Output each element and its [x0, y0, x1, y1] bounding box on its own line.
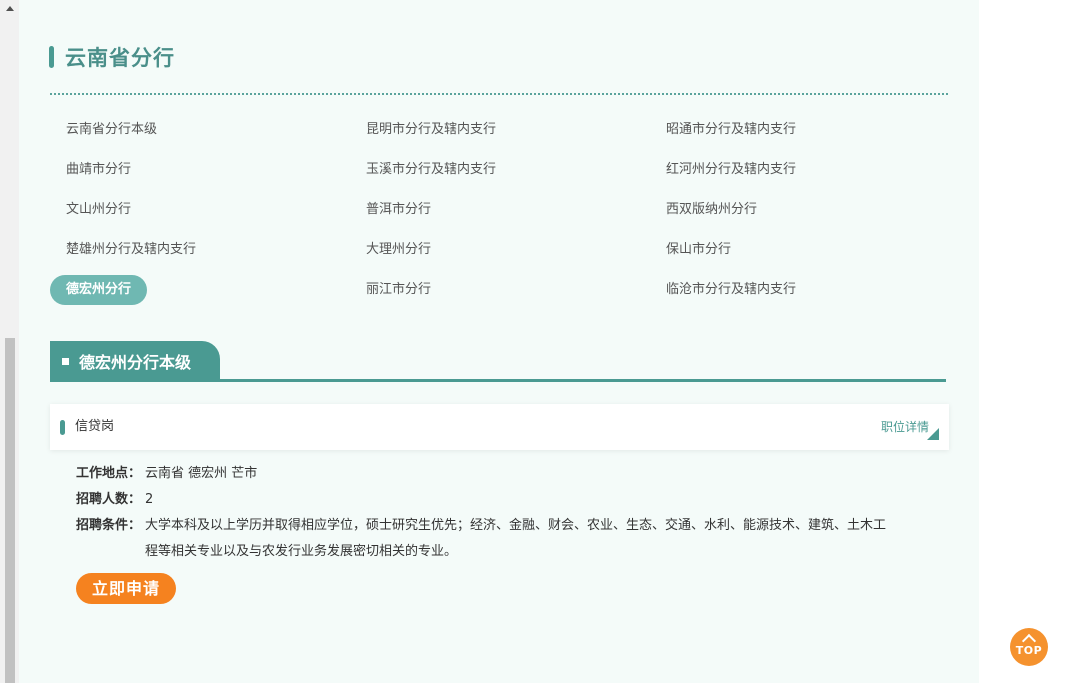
- headcount-value: 2: [145, 492, 154, 507]
- branch-link-active[interactable]: 德宏州分行: [50, 275, 148, 305]
- job-info: 工作地点： 云南省 德宏州 芒市 招聘人数： 2 招聘条件： 大学本科及以上学历…: [76, 461, 896, 565]
- branch-link[interactable]: 文山州分行: [50, 195, 147, 225]
- branch-link[interactable]: 云南省分行本级: [50, 115, 173, 145]
- back-to-top-button[interactable]: TOP: [1010, 628, 1048, 666]
- branch-link[interactable]: 临沧市分行及辖内支行: [650, 275, 812, 305]
- branch-link[interactable]: 玉溪市分行及辖内支行: [350, 155, 512, 185]
- requirements-label: 招聘条件：: [76, 518, 142, 533]
- location-row: 工作地点： 云南省 德宏州 芒市: [76, 461, 896, 487]
- sub-section-tab: 德宏州分行本级: [50, 341, 220, 381]
- headcount-row: 招聘人数： 2: [76, 487, 896, 513]
- branch-link[interactable]: 楚雄州分行及辖内支行: [50, 235, 212, 265]
- branch-link[interactable]: 西双版纳州分行: [650, 195, 773, 225]
- scroll-up-icon[interactable]: [6, 6, 14, 11]
- section-title: 云南省分行: [65, 46, 175, 70]
- requirements-row: 招聘条件： 大学本科及以上学历并取得相应学位，硕士研究生优先；经济、金融、财会、…: [76, 513, 896, 565]
- scroll-thumb[interactable]: [5, 338, 15, 683]
- location-label: 工作地点：: [76, 466, 142, 481]
- job-accent-bar: [60, 420, 65, 435]
- title-accent-bar: [49, 46, 54, 68]
- content-panel: 云南省分行 云南省分行本级 昆明市分行及辖内支行 昭通市分行及辖内支行 曲靖市分…: [19, 0, 979, 683]
- location-value: 云南省 德宏州 芒市: [145, 466, 258, 481]
- branch-link[interactable]: 昭通市分行及辖内支行: [650, 115, 812, 145]
- branch-link[interactable]: 大理州分行: [350, 235, 447, 265]
- sub-section-title: 德宏州分行本级: [79, 353, 192, 372]
- dotted-divider: [50, 93, 948, 95]
- sub-section-divider: [50, 379, 946, 382]
- section-header: 云南省分行: [49, 42, 175, 72]
- branch-link[interactable]: 昆明市分行及辖内支行: [350, 115, 512, 145]
- apply-button[interactable]: 立即申请: [76, 573, 176, 604]
- branch-link[interactable]: 曲靖市分行: [50, 155, 147, 185]
- job-card[interactable]: 信贷岗 职位详情: [50, 404, 949, 450]
- back-to-top-label: TOP: [1015, 644, 1043, 657]
- branch-link[interactable]: 保山市分行: [650, 235, 747, 265]
- job-title[interactable]: 信贷岗: [75, 404, 114, 450]
- job-detail-link[interactable]: 职位详情: [881, 404, 929, 450]
- headcount-label: 招聘人数：: [76, 492, 142, 507]
- page-scrollbar[interactable]: [0, 0, 19, 683]
- square-bullet-icon: [62, 357, 69, 365]
- corner-triangle-icon: [927, 428, 939, 440]
- requirements-value: 大学本科及以上学历并取得相应学位，硕士研究生优先；经济、金融、财会、农业、生态、…: [145, 518, 887, 559]
- branch-link[interactable]: 红河州分行及辖内支行: [650, 155, 812, 185]
- branch-link[interactable]: 普洱市分行: [350, 195, 447, 225]
- branch-link[interactable]: 丽江市分行: [350, 275, 447, 305]
